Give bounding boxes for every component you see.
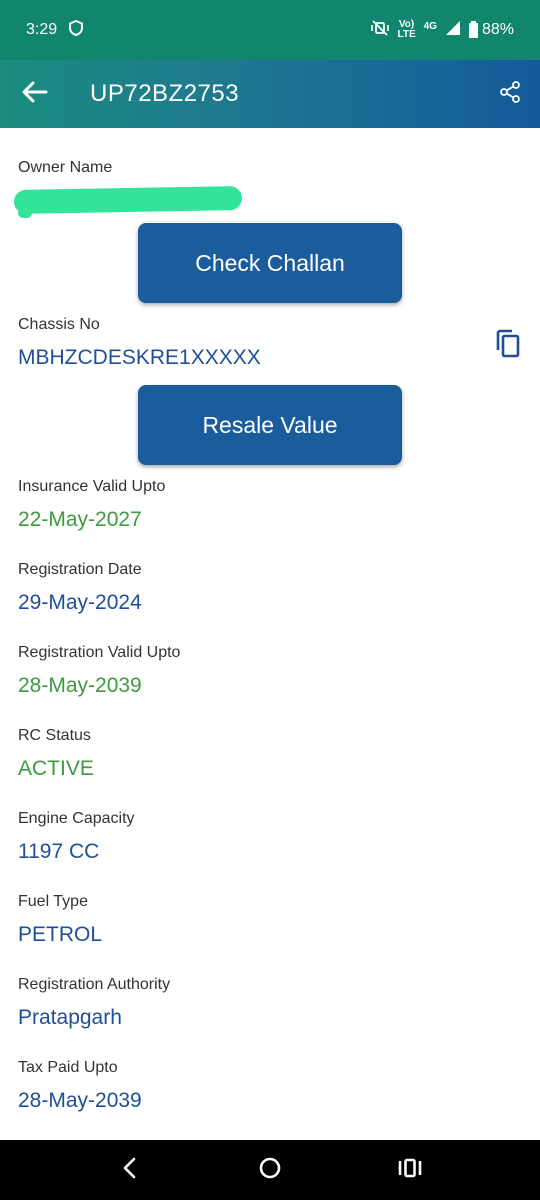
chassis-field: Chassis No MBHZCDESKRE1XXXXX [18, 316, 261, 370]
home-icon [258, 1156, 282, 1185]
engine-capacity-value: 1197 CC [18, 840, 100, 863]
registration-authority-label: Registration Authority [18, 976, 171, 993]
volte-indicator: Vo) LTE [397, 20, 415, 40]
insurance-value: 22-May-2027 [18, 508, 142, 531]
back-arrow-icon [22, 81, 48, 108]
share-button[interactable] [480, 60, 540, 128]
system-nav-bar [0, 1140, 540, 1200]
owner-name-field: Owner Name [18, 159, 112, 177]
share-icon [499, 80, 521, 108]
rc-status-label: RC Status [18, 727, 91, 744]
vehicle-details: Owner Name Check Challan Chassis No MBHZ… [0, 128, 540, 1140]
status-right: Vo) LTE 4G 88% [371, 20, 514, 41]
detail-field: Registration Valid Upto 28-May-2039 [18, 644, 180, 698]
fuel-type-value: PETROL [18, 923, 103, 946]
shield-icon [69, 19, 84, 41]
status-bar: 3:29 Vo) LTE 4G 88% [0, 0, 540, 60]
volte-bottom: LTE [397, 29, 416, 40]
resale-value-button[interactable]: Resale Value [138, 385, 402, 465]
battery-percent: 88% [481, 21, 514, 38]
check-challan-button[interactable]: Check Challan [138, 223, 402, 303]
back-nav-icon [122, 1157, 138, 1184]
nav-back-button[interactable] [100, 1140, 160, 1200]
nav-home-button[interactable] [240, 1140, 300, 1200]
status-left: 3:29 [26, 19, 84, 41]
copy-chassis-button[interactable] [494, 328, 522, 360]
owner-name-redaction-mark [18, 208, 32, 218]
battery: 88% [468, 20, 514, 39]
recents-icon [398, 1157, 422, 1184]
insurance-label: Insurance Valid Upto [18, 478, 166, 495]
rc-status-value: ACTIVE [18, 757, 94, 780]
detail-field: Fuel Type PETROL [18, 893, 102, 947]
page-title: UP72BZ2753 [90, 80, 240, 107]
registration-authority-value: Pratapgarh [18, 1006, 122, 1029]
detail-field: Registration Authority Pratapgarh [18, 976, 170, 1030]
nav-recents-button[interactable] [380, 1140, 440, 1200]
tax-paid-label: Tax Paid Upto [18, 1059, 118, 1076]
detail-field: Insurance Valid Upto 22-May-2027 [18, 478, 165, 532]
registration-date-value: 29-May-2024 [18, 591, 142, 614]
tax-paid-value: 28-May-2039 [18, 1089, 142, 1112]
registration-valid-value: 28-May-2039 [18, 674, 142, 697]
detail-field: Engine Capacity 1197 CC [18, 810, 135, 864]
engine-capacity-label: Engine Capacity [18, 810, 135, 827]
back-button[interactable] [0, 60, 70, 128]
owner-name-redaction [13, 186, 243, 214]
signal-icon [445, 20, 461, 41]
app-bar: UP72BZ2753 [0, 60, 540, 128]
registration-valid-label: Registration Valid Upto [18, 644, 181, 661]
network-type: 4G [423, 20, 437, 32]
chassis-label: Chassis No [18, 316, 100, 333]
mute-icon [371, 19, 390, 41]
battery-icon [468, 20, 478, 38]
copy-icon [494, 329, 522, 364]
registration-date-label: Registration Date [18, 561, 142, 578]
detail-field: Tax Paid Upto 28-May-2039 [18, 1059, 142, 1113]
status-time: 3:29 [26, 21, 58, 38]
detail-field: Registration Date 29-May-2024 [18, 561, 142, 615]
chassis-value: MBHZCDESKRE1XXXXX [18, 346, 261, 369]
fuel-type-label: Fuel Type [18, 893, 88, 910]
owner-name-label: Owner Name [18, 159, 113, 176]
detail-field: RC Status ACTIVE [18, 727, 94, 781]
